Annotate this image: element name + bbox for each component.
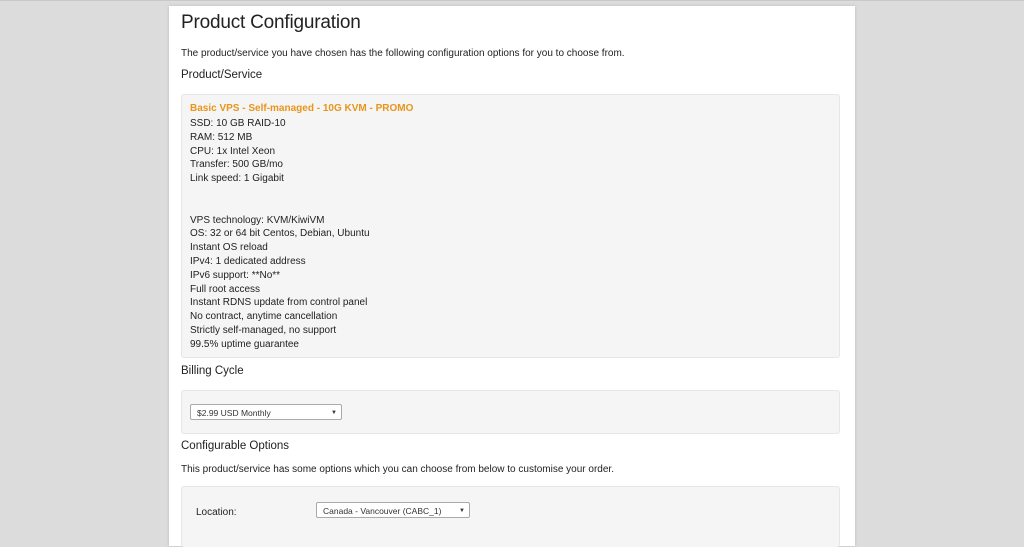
spec-item: OS: 32 or 64 bit Centos, Debian, Ubuntu xyxy=(190,228,370,240)
spec-item: 99.5% uptime guarantee xyxy=(190,338,299,350)
top-border xyxy=(0,0,1024,1)
spec-item: Full root access xyxy=(190,283,261,295)
product-section-heading: Product/Service xyxy=(181,69,263,81)
spec-item: RAM: 512 MB xyxy=(190,131,253,143)
product-panel: Basic VPS - Self-managed - 10G KVM - PRO… xyxy=(181,94,840,358)
spec-item: CPU: 1x Intel Xeon xyxy=(190,145,276,157)
spec-item: Instant OS reload xyxy=(190,242,268,254)
config-section-heading: Configurable Options xyxy=(181,440,290,452)
location-select[interactable]: Canada - Vancouver (CABC_1) ▼ xyxy=(316,502,470,518)
spec-spacer xyxy=(190,186,370,214)
spec-item: VPS technology: KVM/KiwiVM xyxy=(190,214,325,226)
config-description: This product/service has some options wh… xyxy=(181,464,614,475)
billing-section-heading: Billing Cycle xyxy=(181,365,244,377)
billing-cycle-value: $2.99 USD Monthly xyxy=(197,408,271,418)
billing-panel: $2.99 USD Monthly ▼ xyxy=(181,390,840,434)
intro-text: The product/service you have chosen has … xyxy=(181,48,625,59)
dropdown-arrow-icon: ▼ xyxy=(331,410,337,416)
product-name: Basic VPS - Self-managed - 10G KVM - PRO… xyxy=(190,103,414,114)
spec-item: IPv4: 1 dedicated address xyxy=(190,255,306,267)
dropdown-arrow-icon: ▼ xyxy=(459,508,465,514)
location-label: Location: xyxy=(196,507,237,518)
spec-list: SSD: 10 GB RAID-10 RAM: 512 MB CPU: 1x I… xyxy=(190,117,370,352)
spec-item: IPv6 support: **No** xyxy=(190,269,281,281)
billing-cycle-select[interactable]: $2.99 USD Monthly ▼ xyxy=(190,404,342,420)
spec-item: Strictly self-managed, no support xyxy=(190,324,337,336)
spec-item: SSD: 10 GB RAID-10 xyxy=(190,118,286,129)
spec-item: No contract, anytime cancellation xyxy=(190,311,338,323)
location-value: Canada - Vancouver (CABC_1) xyxy=(323,506,442,516)
main-content: Product Configuration The product/servic… xyxy=(169,6,855,547)
spec-item: Instant RDNS update from control panel xyxy=(190,297,368,309)
page-title: Product Configuration xyxy=(181,12,361,33)
spec-item: Transfer: 500 GB/mo xyxy=(190,159,283,171)
config-panel: Location: Canada - Vancouver (CABC_1) ▼ xyxy=(181,486,840,547)
spec-item: Link speed: 1 Gigabit xyxy=(190,173,284,185)
